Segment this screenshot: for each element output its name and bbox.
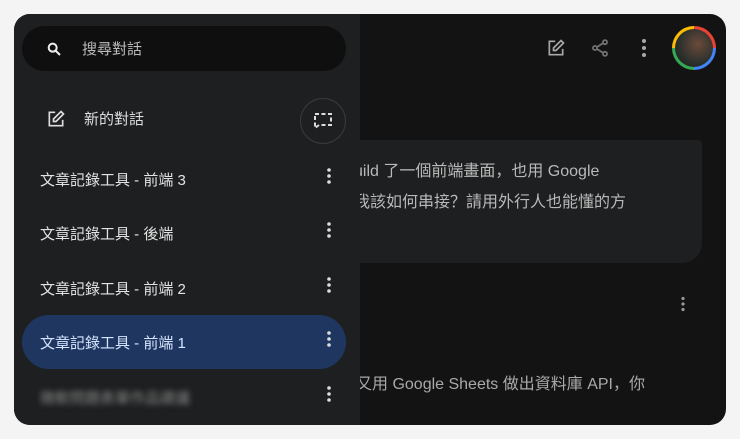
top-toolbar	[534, 26, 716, 70]
user-message-line: uild 了一個前端畫面，也用 Google	[354, 163, 600, 180]
search-input[interactable]: 搜尋對話	[22, 26, 346, 71]
search-icon	[47, 42, 61, 56]
conversation-title: 文章記錄工具 - 前端 3	[40, 171, 186, 189]
user-message: uild 了一個前端畫面，也用 Google 我該如何串接？請用外行人也能懂的方	[340, 140, 702, 263]
sidebar: 搜尋對話 新的對話 文章記錄工具 - 前端 3 文章記錄工具 - 後端 文章記錄…	[14, 14, 360, 425]
new-chat-button[interactable]: 新的對話	[46, 108, 144, 129]
conversation-item[interactable]: 微軟問題表單作品建議	[22, 370, 346, 424]
response-text: 又用 Google Sheets 做出資料庫 API，你	[356, 376, 645, 393]
conversation-title: 文章記錄工具 - 前端 2	[40, 280, 186, 298]
conversation-title: 微軟問題表單作品建議	[40, 389, 191, 407]
more-vert-icon[interactable]	[326, 276, 332, 298]
user-message-line: 我該如何串接？請用外行人也能懂的方	[354, 194, 627, 211]
conversation-item-active[interactable]: 文章記錄工具 - 前端 1	[22, 315, 346, 369]
edit-icon[interactable]	[534, 26, 578, 70]
message-more-icon[interactable]	[680, 296, 686, 317]
more-vert-icon[interactable]	[326, 167, 332, 189]
share-icon[interactable]	[578, 26, 622, 70]
more-vert-icon[interactable]	[326, 221, 332, 243]
conversation-title: 文章記錄工具 - 後端	[40, 225, 174, 243]
chat-area: uild 了一個前端畫面，也用 Google 我該如何串接？請用外行人也能懂的方…	[340, 14, 726, 425]
app-window: uild 了一個前端畫面，也用 Google 我該如何串接？請用外行人也能懂的方…	[14, 14, 726, 425]
avatar[interactable]	[672, 26, 716, 70]
search-placeholder: 搜尋對話	[82, 41, 143, 58]
dashed-chat-icon	[314, 113, 332, 130]
conversation-item[interactable]: 文章記錄工具 - 前端 3	[22, 152, 346, 206]
conversation-item[interactable]: 文章記錄工具 - 前端 2	[22, 261, 346, 315]
more-vert-icon[interactable]	[622, 26, 666, 70]
conversation-item[interactable]: 文章記錄工具 - 後端	[22, 206, 346, 260]
more-vert-icon[interactable]	[326, 330, 332, 352]
new-chat-label: 新的對話	[84, 111, 145, 128]
conversation-title: 文章記錄工具 - 前端 1	[40, 334, 186, 352]
temporary-chat-button[interactable]	[300, 98, 346, 144]
edit-icon	[48, 109, 65, 126]
more-vert-icon[interactable]	[326, 385, 332, 407]
